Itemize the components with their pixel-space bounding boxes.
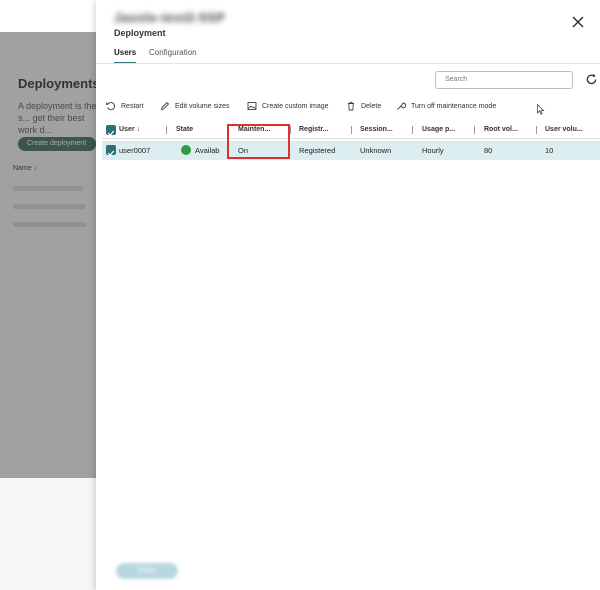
- edit-volume-sizes-label: Edit volume sizes: [175, 102, 230, 110]
- turn-off-maintenance-mode-label: Turn off maintenance mode: [411, 102, 497, 110]
- cell-user: user0007: [119, 146, 151, 155]
- delete-label: Delete: [361, 102, 382, 110]
- deployment-panel: Jassle-test2-5SP Deployment Users Config…: [96, 0, 600, 590]
- pencil-icon: [160, 101, 170, 111]
- cell-usage-plan: Hourly: [422, 146, 444, 155]
- mouse-cursor-icon: [537, 104, 545, 115]
- column-separator: [536, 126, 537, 134]
- create-custom-image-button[interactable]: Create custom image: [247, 99, 329, 113]
- restart-icon: [106, 102, 115, 111]
- panel-title: Jassle-test2-5SP: [114, 10, 226, 25]
- wrench-icon: [397, 102, 406, 110]
- trash-icon: [348, 101, 354, 111]
- overlay-top: [0, 0, 96, 32]
- column-header-usage-plan[interactable]: Usage p...: [422, 121, 470, 139]
- select-all-checkbox[interactable]: [106, 125, 116, 137]
- column-separator: [412, 126, 413, 134]
- sort-down-icon: ↓: [136, 126, 141, 133]
- column-header-user[interactable]: User ↓: [119, 121, 159, 139]
- checkmark-icon: [107, 130, 115, 137]
- cell-registration: Registered: [299, 146, 336, 155]
- row-checkbox[interactable]: [106, 145, 116, 157]
- cell-user-volume: 10: [545, 146, 554, 155]
- tab-configuration[interactable]: Configuration: [149, 48, 197, 64]
- column-separator: [351, 126, 352, 134]
- cell-session: Unknown: [360, 146, 392, 155]
- image-icon: [247, 102, 257, 110]
- column-separator: [474, 126, 475, 134]
- create-custom-image-label: Create custom image: [262, 102, 329, 110]
- table-row[interactable]: user0007 Availab On Registered Unknown H…: [102, 141, 600, 160]
- background-bottom: [0, 478, 96, 590]
- restart-label: Restart: [121, 102, 144, 110]
- column-header-registration[interactable]: Registr...: [299, 121, 347, 139]
- table-header: User ↓ State Mainten... Registr... Sessi…: [102, 121, 600, 139]
- column-separator: [166, 126, 167, 134]
- search-input[interactable]: Search: [435, 71, 573, 89]
- tab-users[interactable]: Users: [114, 48, 137, 64]
- column-header-user-volume[interactable]: User volu...: [545, 121, 595, 139]
- checkmark-icon: [107, 150, 115, 157]
- column-header-state[interactable]: State: [176, 121, 221, 139]
- close-button[interactable]: [570, 14, 586, 30]
- column-separator: [290, 126, 291, 134]
- column-header-session[interactable]: Session...: [360, 121, 408, 139]
- edit-volume-sizes-button[interactable]: Edit volume sizes: [160, 99, 229, 113]
- cell-root-volume: 80: [484, 146, 493, 155]
- delete-button[interactable]: Delete: [346, 99, 381, 113]
- tabs-divider: [96, 63, 600, 64]
- available-status-icon: [181, 145, 191, 156]
- turn-off-maintenance-mode-button[interactable]: Turn off maintenance mode: [396, 99, 496, 113]
- close-icon: [572, 16, 584, 28]
- refresh-button[interactable]: [585, 73, 598, 86]
- column-header-root-volume[interactable]: Root vol...: [484, 121, 532, 139]
- refresh-icon: [586, 73, 597, 85]
- footer-close-button[interactable]: Close: [116, 563, 178, 579]
- restart-button[interactable]: Restart: [106, 99, 144, 113]
- panel-subtitle: Deployment: [114, 28, 166, 38]
- annotation-highlight-box: [227, 124, 290, 159]
